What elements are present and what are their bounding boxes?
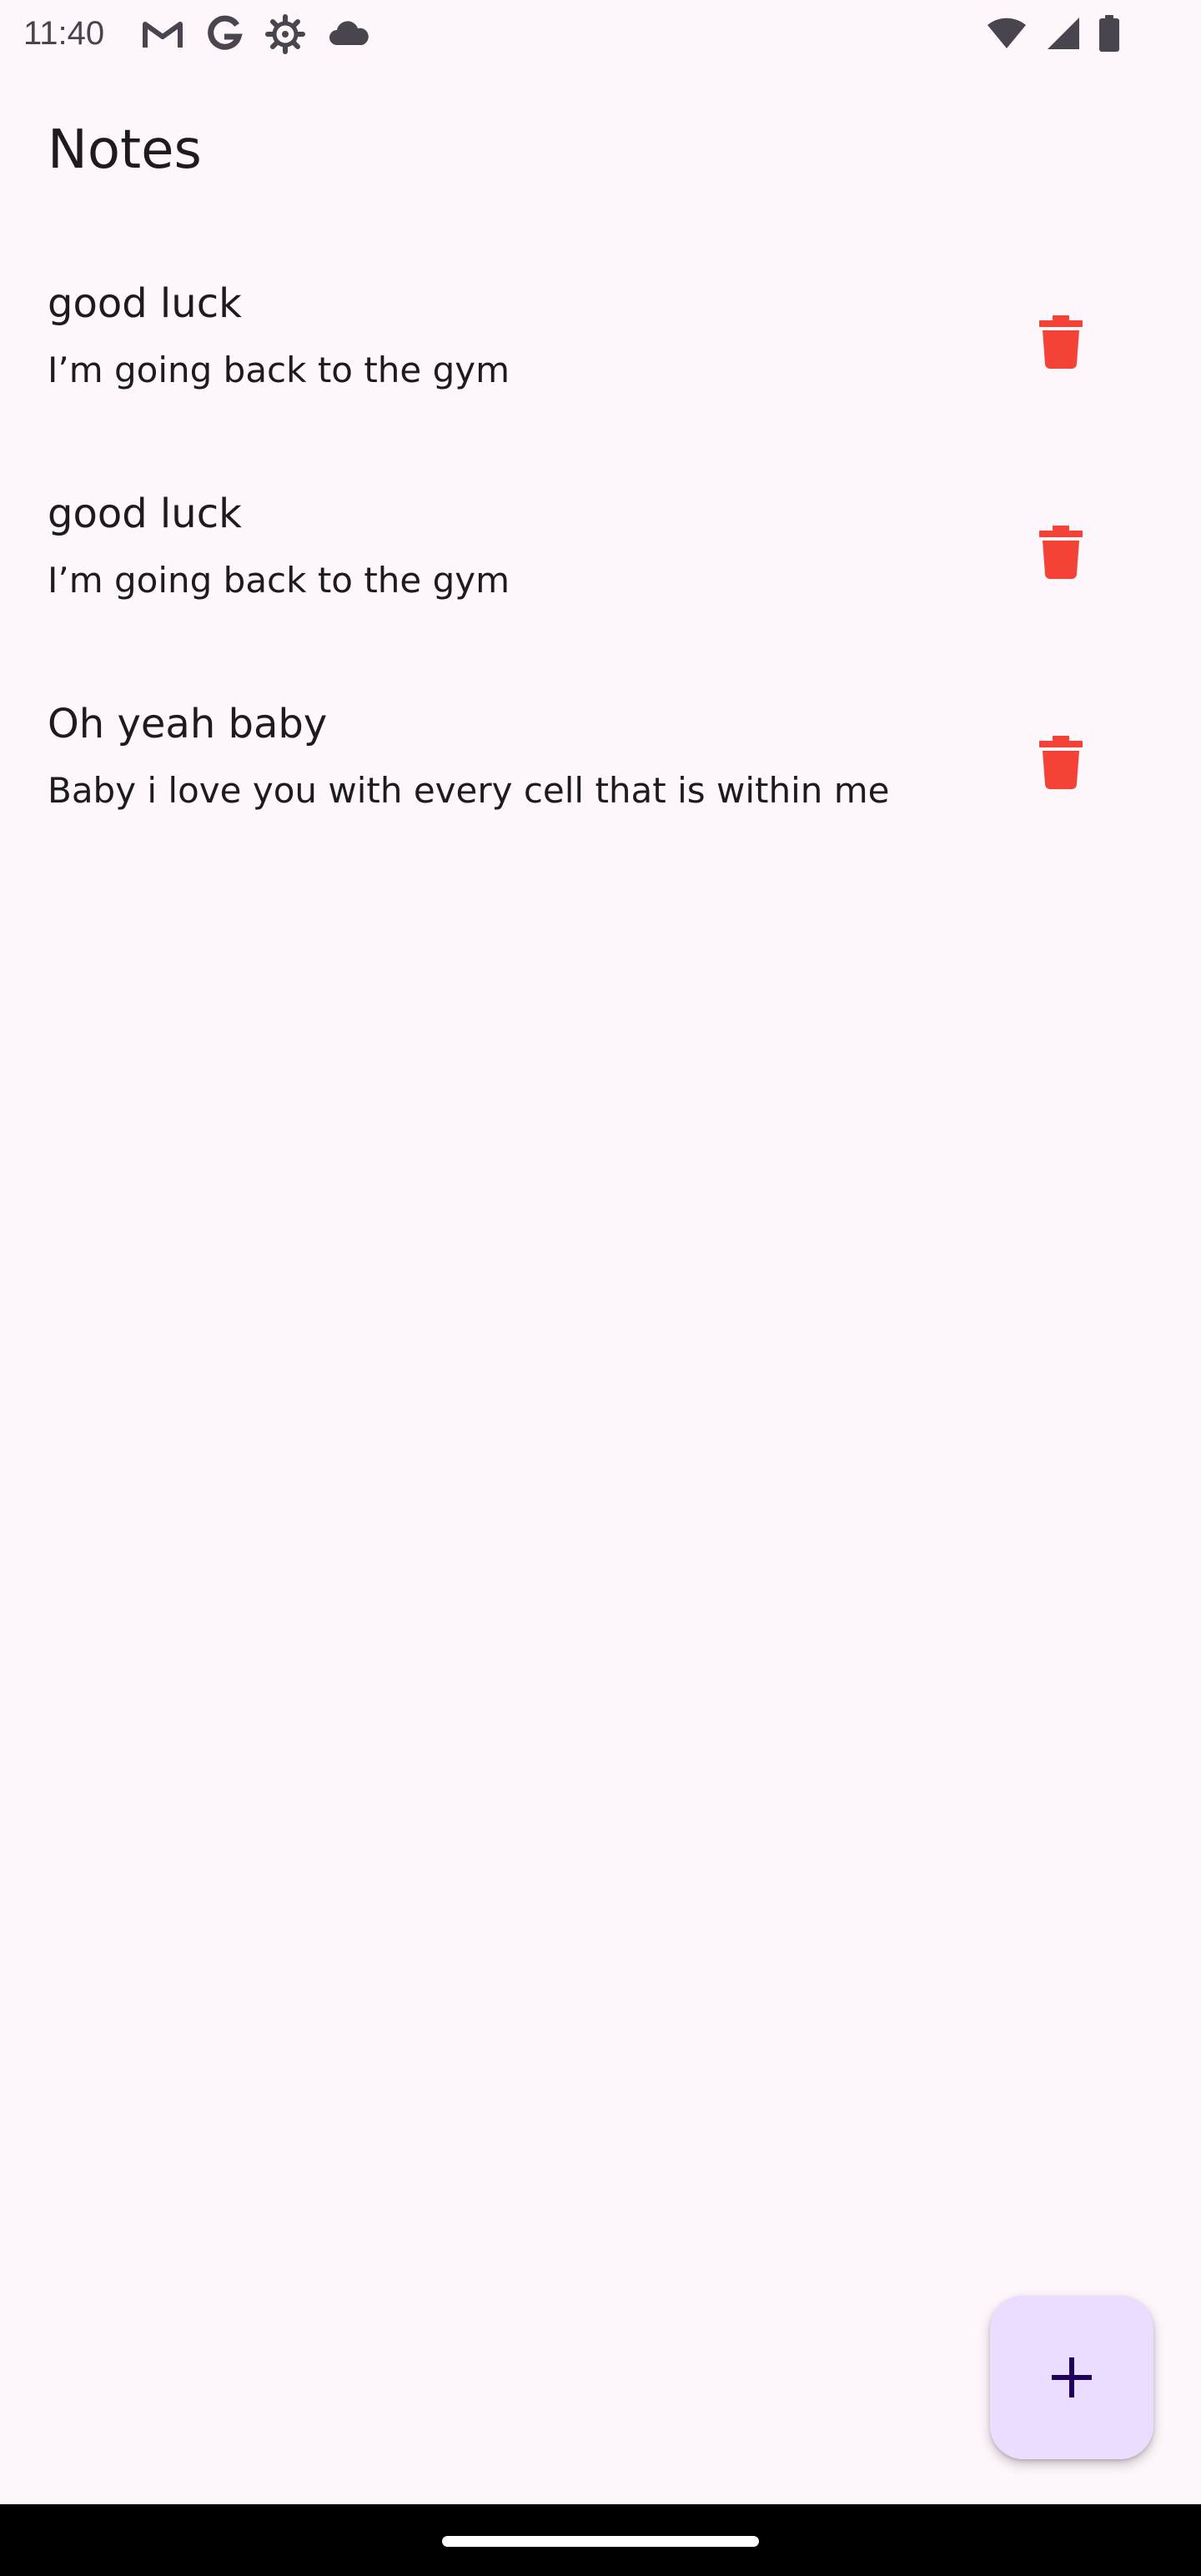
- google-icon: [205, 15, 244, 53]
- gmail-icon: [142, 18, 183, 51]
- status-bar: 11:40: [0, 0, 1201, 70]
- trash-icon: [1039, 315, 1083, 369]
- status-time: 11:40: [23, 15, 105, 52]
- notification-icons: [142, 14, 370, 54]
- navigation-bar: [0, 2504, 1201, 2576]
- system-icons: [986, 13, 1121, 53]
- battery-icon: [1098, 14, 1121, 53]
- list-item[interactable]: good luck I’m going back to the gym: [0, 234, 1201, 444]
- gesture-handle[interactable]: [442, 2536, 759, 2547]
- note-body: I’m going back to the gym: [48, 350, 510, 390]
- plus-icon: [1052, 2357, 1092, 2397]
- trash-icon: [1039, 736, 1083, 789]
- note-body: Baby i love you with every cell that is …: [48, 770, 890, 811]
- delete-button[interactable]: [1019, 721, 1103, 804]
- note-title: good luck: [48, 491, 242, 537]
- delete-button[interactable]: [1019, 511, 1103, 594]
- settings-gear-icon: [265, 14, 305, 54]
- list-item[interactable]: Oh yeah baby Baby i love you with every …: [0, 654, 1201, 864]
- wifi-icon: [986, 17, 1028, 50]
- note-title: good luck: [48, 280, 242, 327]
- signal-icon: [1044, 16, 1081, 51]
- trash-icon: [1039, 526, 1083, 579]
- page-title: Notes: [48, 119, 202, 181]
- list-item[interactable]: good luck I’m going back to the gym: [0, 444, 1201, 654]
- cloud-icon: [327, 20, 370, 48]
- delete-button[interactable]: [1019, 300, 1103, 384]
- note-title: Oh yeah baby: [48, 701, 328, 747]
- add-note-button[interactable]: [990, 2296, 1153, 2459]
- note-body: I’m going back to the gym: [48, 560, 510, 601]
- notes-list: good luck I’m going back to the gym good…: [0, 234, 1201, 864]
